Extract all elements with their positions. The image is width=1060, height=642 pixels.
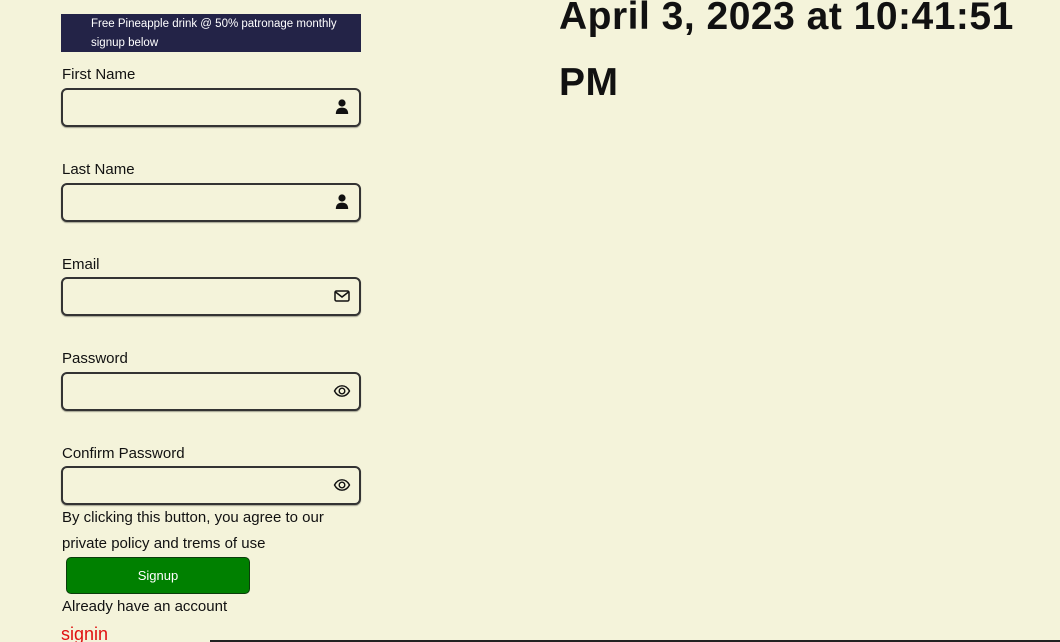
have-account-text: Already have an account	[62, 598, 228, 615]
email-field-box	[61, 277, 361, 316]
confirm-password-input[interactable]	[69, 472, 325, 499]
first-name-input[interactable]	[69, 94, 325, 121]
eye-icon[interactable]	[333, 476, 351, 494]
signup-button[interactable]: Signup	[66, 557, 250, 594]
first-name-label: First Name	[62, 66, 136, 83]
last-name-input[interactable]	[69, 189, 325, 216]
confirm-password-label: Confirm Password	[62, 445, 185, 462]
password-field-box	[61, 372, 361, 411]
email-input[interactable]	[69, 283, 325, 310]
envelope-icon	[333, 287, 351, 305]
confirm-password-field-box	[61, 466, 361, 505]
user-icon	[333, 98, 351, 116]
signup-page: Free Pineapple drink @ 50% patronage mon…	[0, 0, 1060, 642]
eye-icon[interactable]	[333, 382, 351, 400]
password-label: Password	[62, 350, 128, 367]
promo-banner: Free Pineapple drink @ 50% patronage mon…	[61, 14, 361, 52]
email-label: Email	[62, 256, 100, 273]
last-name-label: Last Name	[62, 161, 135, 178]
last-name-field-box	[61, 183, 361, 222]
signin-link[interactable]: signin	[61, 623, 108, 642]
first-name-field-box	[61, 88, 361, 127]
current-datetime: April 3, 2023 at 10:41:51 PM	[559, 0, 1014, 104]
password-input[interactable]	[69, 378, 325, 405]
user-icon	[333, 193, 351, 211]
terms-text: By clicking this button, you agree to ou…	[62, 509, 324, 552]
